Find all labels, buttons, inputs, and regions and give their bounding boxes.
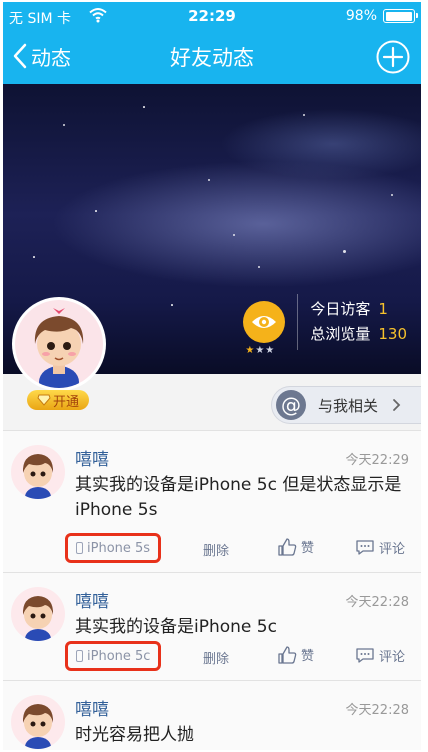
visitors-row: 今日访客 1 [310, 297, 407, 322]
star-decor [143, 106, 145, 108]
visitors-value: 1 [378, 300, 388, 318]
avatar[interactable] [11, 695, 65, 749]
related-label: 与我相关 [318, 396, 379, 415]
at-icon: @ [276, 390, 306, 420]
device-tag[interactable]: iPhone 5s [65, 533, 162, 563]
phone-icon [76, 650, 83, 662]
add-icon[interactable] [376, 40, 410, 74]
post-text: 其实我的设备是iPhone 5c [75, 617, 277, 637]
battery-level [385, 11, 412, 21]
thumbs-up-icon [278, 537, 297, 556]
status-bar: 无 SIM 卡 22:29 98% [3, 2, 421, 30]
views-row: 总浏览量 130 [310, 322, 407, 347]
like-button[interactable]: 赞 [277, 537, 314, 556]
comment-button[interactable]: 评论 [355, 538, 405, 557]
star-decor [343, 250, 346, 253]
comment-label: 评论 [379, 650, 406, 665]
views-label: 总浏览量 [310, 325, 371, 343]
like-button[interactable]: 赞 [277, 645, 314, 664]
post-text: 其实我的设备是iPhone 5c 但是状态显示是iPhone 5s [75, 475, 402, 520]
battery-percent: 98% [345, 8, 377, 24]
page-title: 好友动态 [170, 46, 254, 70]
nav-bar: 动态 好友动态 [3, 30, 421, 84]
author-name[interactable]: 嘻嘻 [75, 695, 109, 720]
related-to-me-button[interactable]: @ 与我相关 [271, 386, 421, 424]
diamond-icon [37, 394, 51, 406]
views-value: 130 [378, 325, 407, 343]
star-decor [33, 256, 35, 258]
comment-icon [356, 648, 374, 663]
visitors-label: 今日访客 [310, 300, 371, 318]
avatar-cartoon [22, 704, 54, 749]
profile-avatar[interactable] [15, 300, 103, 388]
star-decor [303, 114, 305, 116]
avatar[interactable] [11, 445, 65, 499]
avatar-cartoon [15, 300, 103, 388]
delete-button[interactable]: 删除 [203, 648, 229, 667]
app-screen: 无 SIM 卡 22:29 98% 动态 好友动态 ★★★ 今日访客 1 总浏览… [3, 2, 421, 750]
device-label: iPhone 5c [87, 648, 151, 664]
comment-icon [356, 540, 374, 555]
divider [297, 294, 299, 350]
chevron-right-icon [393, 399, 401, 411]
post-time: 今天22:29 [345, 453, 409, 468]
comment-button[interactable]: 评论 [355, 646, 405, 665]
star-decor [391, 194, 393, 196]
visitor-stats[interactable]: ★★★ 今日访客 1 总浏览量 130 [243, 292, 407, 356]
author-name[interactable]: 嘻嘻 [75, 587, 109, 612]
author-name[interactable]: 嘻嘻 [75, 445, 109, 470]
star-decor [95, 210, 97, 212]
star-decor [171, 304, 173, 306]
feed-list: 嘻嘻 今天22:29 其实我的设备是iPhone 5c 但是状态显示是iPhon… [3, 430, 421, 750]
delete-label: 删除 [203, 544, 230, 559]
feed-post[interactable]: 嘻嘻 今天22:29 其实我的设备是iPhone 5c 但是状态显示是iPhon… [3, 430, 421, 572]
rating-stars: ★★★ [245, 345, 276, 356]
eye-glyph [252, 316, 277, 328]
thumbs-up-icon [278, 645, 297, 664]
vip-label: 开通 [52, 394, 79, 410]
star-decor [233, 234, 235, 236]
star-decor [63, 124, 65, 126]
delete-button[interactable]: 删除 [203, 540, 229, 559]
device-tag[interactable]: iPhone 5c [65, 641, 162, 671]
post-time: 今天22:28 [345, 595, 409, 610]
eye-icon: ★★★ [243, 301, 286, 356]
feed-post[interactable]: 嘻嘻 今天22:28 时光容易把人抛 [3, 680, 421, 750]
delete-label: 删除 [203, 652, 230, 667]
avatar[interactable] [11, 587, 65, 641]
like-label: 赞 [301, 541, 315, 556]
comment-label: 评论 [379, 542, 406, 557]
device-label: iPhone 5s [87, 540, 151, 556]
post-time: 今天22:28 [345, 703, 409, 718]
star-decor [258, 266, 260, 268]
avatar-cartoon [22, 454, 54, 499]
post-text: 时光容易把人抛 [75, 725, 194, 745]
avatar-cartoon [22, 596, 54, 641]
header: 无 SIM 卡 22:29 98% 动态 好友动态 [3, 2, 421, 84]
vip-badge[interactable]: 开通 [27, 390, 89, 410]
battery-icon [383, 9, 418, 23]
feed-post[interactable]: 嘻嘻 今天22:28 其实我的设备是iPhone 5c iPhone 5c 删除… [3, 572, 421, 680]
stats-text: 今日访客 1 总浏览量 130 [310, 297, 407, 347]
like-label: 赞 [301, 649, 315, 664]
star-decor [208, 179, 210, 181]
phone-icon [76, 542, 83, 554]
